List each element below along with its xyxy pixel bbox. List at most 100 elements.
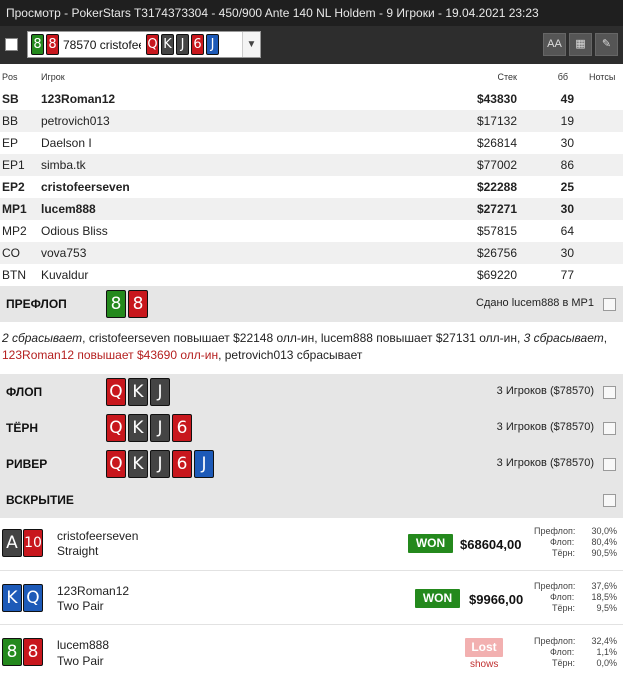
turn-info: 3 Игроков ($78570) — [496, 421, 594, 433]
selector-board-card-3: J — [176, 34, 189, 55]
river-card: J — [150, 450, 170, 478]
river-cards: Q K J 6 J — [106, 450, 214, 478]
table-row[interactable]: EP1 simba.tk $77002 86 — [0, 154, 623, 176]
player-name: 123Roman12 — [41, 92, 116, 106]
flop-card: Q — [106, 378, 126, 406]
eq-turn: 9,5% — [596, 603, 617, 613]
turn-card: Q — [106, 414, 126, 442]
result-amount: $9966,00 — [469, 592, 524, 607]
river-card: K — [128, 450, 148, 478]
font-size-icon[interactable]: AA — [543, 33, 566, 56]
won-badge: WON — [415, 589, 460, 608]
result-cards: K Q — [2, 584, 43, 612]
player-stack: $22288 — [476, 180, 517, 194]
col-stack[interactable]: Стек — [498, 72, 517, 82]
table-row[interactable]: CO vova753 $26756 30 — [0, 242, 623, 264]
eq-label-preflop: Префлоп: — [534, 636, 576, 646]
action-hero-raise: 123Roman12 повышает $43690 олл-ин — [2, 348, 219, 362]
table-row[interactable]: MP1 lucem888 $27271 30 — [0, 198, 623, 220]
action-bb-fold: , petrovich013 сбрасывает — [218, 348, 363, 362]
player-pos: BB — [2, 114, 19, 128]
preflop-info: Сдано lucem888 в MP1 — [476, 297, 594, 309]
player-name: vova753 — [41, 246, 87, 260]
river-card: Q — [106, 450, 126, 478]
player-bb: 19 — [560, 114, 574, 128]
flop-label: ФЛОП — [6, 385, 43, 399]
table-row[interactable]: BB petrovich013 $17132 19 — [0, 110, 623, 132]
col-bb[interactable]: бб — [558, 72, 568, 82]
col-pos[interactable]: Pos — [2, 72, 18, 82]
table-row[interactable]: EP Daelson I $26814 30 — [0, 132, 623, 154]
player-pos: SB — [2, 92, 19, 106]
col-notes[interactable]: Нотсы — [589, 72, 615, 82]
selector-board-card-1: Q — [146, 34, 159, 55]
eq-flop: 80,4% — [591, 537, 617, 547]
player-name: Daelson I — [41, 136, 92, 150]
grid-icon[interactable]: ▦ — [569, 33, 592, 56]
flop-section: ФЛОП Q K J 3 Игроков ($78570) — [0, 374, 623, 410]
result-hand: Two Pair — [57, 654, 104, 668]
player-bb: 64 — [560, 224, 574, 238]
player-name: Odious Bliss — [41, 224, 108, 238]
turn-card: K — [128, 414, 148, 442]
player-bb: 30 — [560, 246, 574, 260]
hand-selector-dropdown[interactable]: 8 8 78570 cristofeerseven Q K J 6 J ▼ — [27, 31, 261, 58]
hand-replayer-window: Просмотр - PokerStars T3174373304 - 450/… — [0, 0, 623, 678]
player-stack: $27271 — [476, 202, 517, 216]
player-pos: EP — [2, 136, 19, 150]
player-stack: $69220 — [476, 268, 517, 282]
preflop-cards: 8 8 — [106, 290, 148, 318]
preflop-section: ПРЕФЛОП 8 8 Сдано lucem888 в MP1 — [0, 286, 623, 322]
shows-label: shows — [470, 659, 499, 670]
turn-card: J — [150, 414, 170, 442]
chevron-down-icon[interactable]: ▼ — [242, 32, 260, 57]
eq-label-preflop: Префлоп: — [534, 581, 576, 591]
selector-summary: 78570 cristofeerseven — [63, 38, 141, 52]
result-card: 8 — [23, 638, 43, 666]
result-player-name: cristofeerseven — [57, 529, 139, 543]
lost-badge: Lost — [465, 638, 503, 657]
flop-cards: Q K J — [106, 378, 170, 406]
eq-label-turn: Тёрн: — [552, 548, 575, 558]
player-stack: $26814 — [476, 136, 517, 150]
result-row[interactable]: 8 8 lucem888 Two Pair Lost shows Префлоп… — [0, 626, 623, 678]
select-hand-checkbox[interactable] — [5, 38, 18, 51]
showdown-section: ВСКРЫТИЕ — [0, 482, 623, 518]
preflop-checkbox[interactable] — [603, 298, 616, 311]
player-pos: EP1 — [2, 158, 25, 172]
eq-preflop: 37,6% — [591, 581, 617, 591]
result-amount: $68604,00 — [460, 537, 522, 552]
showdown-checkbox[interactable] — [603, 494, 616, 507]
edit-pencil-icon[interactable]: ✎ — [595, 33, 618, 56]
table-row[interactable]: EP2 cristofeerseven $22288 25 — [0, 176, 623, 198]
river-label: РИВЕР — [6, 457, 48, 471]
result-cards: 8 8 — [2, 638, 43, 666]
turn-checkbox[interactable] — [603, 422, 616, 435]
table-row[interactable]: MP2 Odious Bliss $57815 64 — [0, 220, 623, 242]
player-stack: $26756 — [476, 246, 517, 260]
selector-stack: 78570 — [63, 37, 97, 52]
col-player[interactable]: Игрок — [41, 72, 65, 82]
table-row[interactable]: BTN Kuvaldur $69220 77 — [0, 264, 623, 286]
result-row[interactable]: A 10 cristofeerseven Straight WON $68604… — [0, 518, 623, 571]
flop-checkbox[interactable] — [603, 386, 616, 399]
result-hand: Two Pair — [57, 599, 104, 613]
player-stack: $57815 — [476, 224, 517, 238]
selector-board-card-5: J — [206, 34, 219, 55]
toolbar: 8 8 78570 cristofeerseven Q K J 6 J ▼ AA… — [0, 26, 623, 64]
player-stack: $17132 — [476, 114, 517, 128]
eq-label-flop: Флоп: — [550, 592, 575, 602]
table-row[interactable]: SB 123Roman12 $43830 49 — [0, 88, 623, 110]
player-pos: MP1 — [2, 202, 27, 216]
flop-info: 3 Игроков ($78570) — [496, 385, 594, 397]
flop-card: K — [128, 378, 148, 406]
eq-label-flop: Флоп: — [550, 537, 575, 547]
result-cards: A 10 — [2, 529, 43, 557]
player-name: Kuvaldur — [41, 268, 89, 282]
river-checkbox[interactable] — [603, 458, 616, 471]
result-row[interactable]: K Q 123Roman12 Two Pair WON $9966,00 Пре… — [0, 572, 623, 625]
river-section: РИВЕР Q K J 6 J 3 Игроков ($78570) — [0, 446, 623, 482]
selector-hole-card-1: 8 — [31, 34, 44, 55]
showdown-label: ВСКРЫТИЕ — [6, 493, 74, 507]
selector-player-name: cristofeerseven — [99, 37, 141, 52]
